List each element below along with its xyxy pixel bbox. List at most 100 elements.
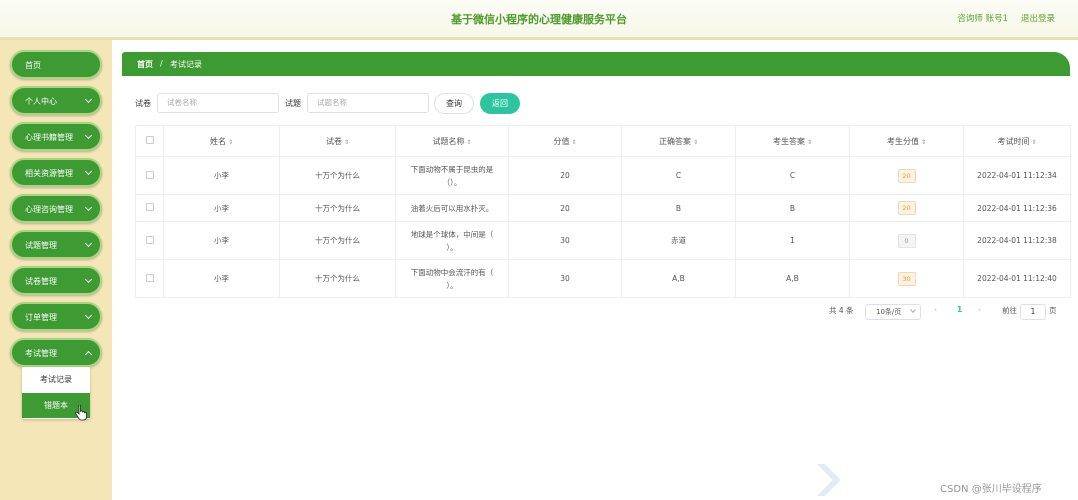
submenu-item-exam-records[interactable]: 考试记录 [22,367,90,392]
table-row[interactable]: 小李 十万个为什么 油着火后可以用水扑灭。 20 B B 20 2022-04-… [135,194,1071,222]
sort-icon[interactable]: ⇕ [1031,139,1036,146]
cell-score: 30 [508,221,622,260]
cell-time: 2022-04-01 11:12:40 [963,259,1071,298]
app-title: 基于微信小程序的心理健康服务平台 [451,13,627,26]
cell-question: 油着火后可以用水扑灭。 [395,194,509,222]
cell-paper: 十万个为什么 [279,194,396,222]
chevron-down-icon [84,95,93,104]
breadcrumb-current: 考试记录 [170,60,202,69]
sort-icon[interactable]: ⇕ [344,139,349,146]
sidebar-item-books[interactable]: 心理书籍管理 [10,122,102,151]
cell-correct-answer: B [621,194,736,222]
sidebar-item-orders[interactable]: 订单管理 [10,302,102,331]
row-checkbox-cell[interactable] [135,221,164,260]
cell-correct-answer: A,B [621,259,736,298]
cell-name: 小李 [163,221,280,260]
cell-time: 2022-04-01 11:12:36 [963,194,1071,222]
pagination-total: 共 4 条 [829,306,854,315]
prev-page-button[interactable]: ‹ [934,305,937,314]
row-checkbox[interactable] [145,203,154,211]
query-button[interactable]: 查询 [434,93,474,114]
row-checkbox-cell[interactable] [135,194,164,222]
cell-question: 下面动物不属于昆虫的是（）。 [395,156,509,195]
page-number-current[interactable]: 1 [957,305,962,314]
sidebar-item-resources[interactable]: 相关资源管理 [10,158,102,187]
sort-icon[interactable]: ⇕ [921,139,926,146]
page-size-select[interactable]: 10条/页 [865,304,921,320]
header-checkbox-cell[interactable] [135,125,164,157]
paper-search-input[interactable]: 试卷名称 [157,93,279,113]
table-row[interactable]: 小李 十万个为什么 地球是个球体，中间是（ ）。 30 赤道 1 0 2022-… [135,221,1071,260]
cell-student-answer: A,B [735,259,850,298]
row-checkbox-cell[interactable] [135,156,164,195]
score-tag: 20 [897,201,916,215]
score-tag: 30 [897,271,916,286]
hand-cursor-icon [75,405,87,421]
cell-student-answer: B [735,194,850,222]
sidebar-item-papers[interactable]: 试卷管理 [10,266,102,295]
goto-page-input[interactable]: 1 [1020,304,1046,320]
cell-time: 2022-04-01 11:12:38 [963,221,1071,260]
decorative-arrow-icon [817,464,841,496]
column-header[interactable]: 试卷 ⇕ [279,125,396,157]
sidebar-item-label: 心理书籍管理 [25,133,73,142]
cell-correct-answer: 赤道 [621,221,736,260]
sidebar-item-label: 个人中心 [25,97,57,106]
column-header[interactable]: 考试时间 ⇕ [963,125,1071,157]
chevron-down-icon [84,275,93,284]
cell-question: 地球是个球体，中间是（ ）。 [395,221,509,260]
sidebar-item-label: 试卷管理 [25,277,57,286]
sidebar-item-label: 首页 [25,61,41,70]
question-search-input[interactable]: 试题名称 [307,93,429,113]
row-checkbox[interactable] [145,170,154,179]
column-header[interactable]: 姓名 ⇕ [163,125,280,157]
cell-score: 20 [508,194,622,222]
table-row[interactable]: 小李 十万个为什么 下面动物中会流汗的有（ ）。 30 A,B A,B 30 2… [135,259,1071,298]
cell-name: 小李 [163,156,280,195]
column-header[interactable]: 试题名称 ⇕ [395,125,509,157]
column-header[interactable]: 考生分值 ⇕ [849,125,964,157]
sort-icon[interactable]: ⇕ [693,139,698,146]
cell-name: 小李 [163,194,280,222]
back-button[interactable]: 返回 [480,93,520,114]
score-tag: 20 [897,168,916,183]
top-header: 基于微信小程序的心理健康服务平台 咨询师 账号1 退出登录 [0,0,1078,40]
sort-icon[interactable]: ⇕ [571,139,576,146]
chevron-down-icon [84,167,93,176]
column-header[interactable]: 正确答案 ⇕ [621,125,736,157]
current-user[interactable]: 咨询师 账号1 [957,12,1008,24]
row-checkbox-cell[interactable] [135,259,164,298]
chevron-down-icon [84,239,93,248]
exam-records-table: 姓名 ⇕ 试卷 ⇕ 试题名称 ⇕ 分值 ⇕ 正确答案 ⇕ 考生答案 ⇕ 考生分值 ⇕ 考试时间… [135,125,1071,298]
breadcrumb-home[interactable]: 首页 [137,59,153,70]
table-row[interactable]: 小李 十万个为什么 下面动物不属于昆虫的是（）。 20 C C 20 2022-… [135,156,1071,195]
sidebar-item-label: 相关资源管理 [25,169,73,178]
next-page-button[interactable]: › [978,305,981,314]
sidebar-item-consulting[interactable]: 心理咨询管理 [10,194,102,223]
column-header[interactable]: 分值 ⇕ [508,125,622,157]
cell-student-score: 20 [849,156,964,195]
logout-link[interactable]: 退出登录 [1021,12,1055,24]
cell-score: 30 [508,259,622,298]
sidebar-item-questions[interactable]: 试题管理 [10,230,102,259]
column-header[interactable]: 考生答案 ⇕ [735,125,850,157]
row-checkbox[interactable] [145,273,154,282]
row-checkbox[interactable] [145,235,154,244]
cell-paper: 十万个为什么 [279,221,396,260]
cell-paper: 十万个为什么 [279,156,396,195]
sidebar-item-personal-center[interactable]: 个人中心 [10,86,102,115]
sidebar-item-exams[interactable]: 考试管理 [10,338,102,367]
cell-student-answer: 1 [735,221,850,260]
select-all-checkbox[interactable] [145,136,154,144]
cell-student-score: 30 [849,259,964,298]
cell-score: 20 [508,156,622,195]
chevron-up-icon [84,350,93,359]
chevron-down-icon [84,311,93,320]
sort-icon[interactable]: ⇕ [807,139,812,146]
chevron-down-icon [84,203,93,212]
sort-icon[interactable]: ⇕ [228,139,233,146]
cell-time: 2022-04-01 11:12:34 [963,156,1071,195]
sidebar-item-home[interactable]: 首页 [10,50,102,79]
sort-icon[interactable]: ⇕ [466,139,471,146]
paper-label: 试卷 [135,99,151,108]
